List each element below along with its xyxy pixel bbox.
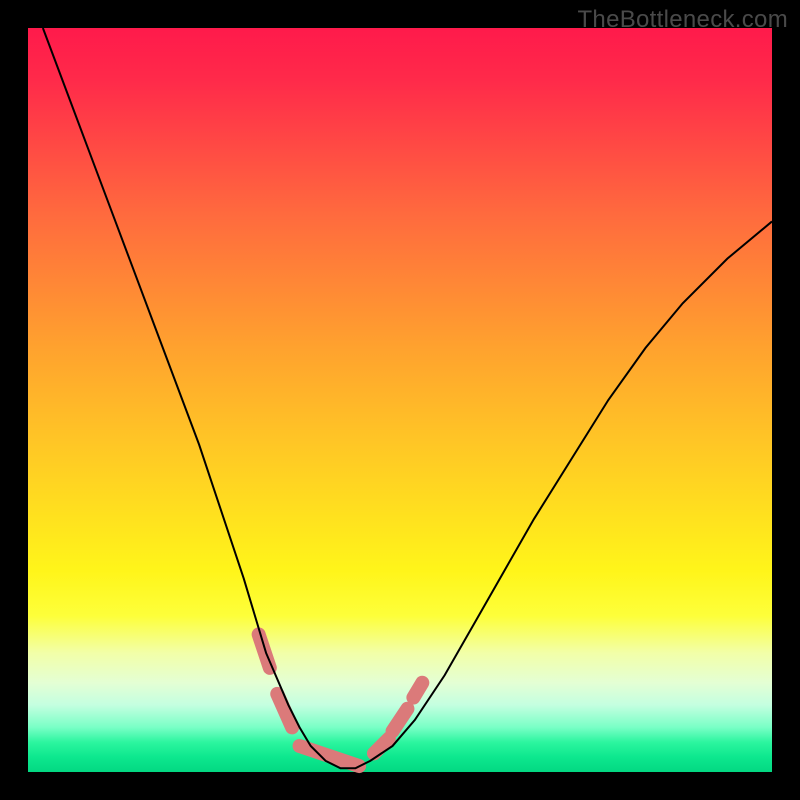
marked-segment xyxy=(277,694,292,727)
marked-segment xyxy=(413,683,422,698)
marked-segment xyxy=(374,739,389,754)
marked-segment xyxy=(393,709,408,731)
watermark-label: TheBottleneck.com xyxy=(577,6,788,34)
curve-layer xyxy=(28,28,772,772)
chart-frame: TheBottleneck.com xyxy=(0,0,800,800)
plot-area xyxy=(28,28,772,772)
bottleneck-curve xyxy=(43,28,772,768)
marked-segment xyxy=(259,634,270,667)
marked-region xyxy=(259,634,423,766)
